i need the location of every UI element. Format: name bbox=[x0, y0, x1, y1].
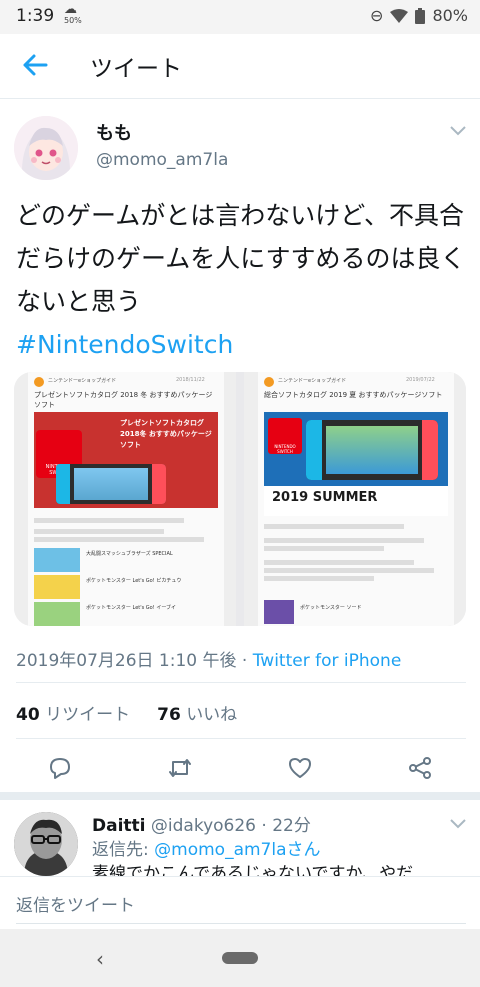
reply-avatar[interactable] bbox=[14, 812, 78, 876]
reply-to-handle[interactable]: @momo_am7laさん bbox=[154, 840, 320, 860]
product-name: ポケットモンスター Let's Go! ピカチュウ bbox=[86, 578, 182, 584]
reply-icon[interactable] bbox=[47, 755, 73, 781]
card-date: 2018/11/22 bbox=[176, 377, 205, 383]
chevron-down-icon[interactable] bbox=[448, 120, 468, 140]
product-name: ポケットモンスター ソード bbox=[300, 605, 362, 611]
card-site-name: ニンテンドーeショップガイド bbox=[278, 378, 347, 384]
reply-author-handle[interactable]: @idakyo626 bbox=[151, 816, 256, 836]
tweet-text: どのゲームがとは言わないけど、不具合だらけのゲームを人にすすめるのは良くないと思… bbox=[16, 194, 466, 366]
card-site-name: ニンテンドーeショップガイド bbox=[48, 378, 117, 384]
avatar[interactable] bbox=[14, 116, 78, 180]
reply-input-placeholder[interactable]: 返信をツイート bbox=[16, 891, 135, 916]
divider bbox=[16, 738, 466, 739]
reply-to-label: 返信先: bbox=[92, 840, 149, 860]
action-bar bbox=[0, 747, 480, 791]
list-item[interactable]: 大乱闘スマッシュブラザーズ SPECIAL bbox=[34, 548, 218, 572]
retweet-stat[interactable]: 40 リツイート bbox=[16, 705, 130, 725]
switch-logo-text: NINTENDO SWITCH bbox=[274, 444, 296, 454]
card-description bbox=[264, 524, 444, 581]
dnd-icon: ⊖ bbox=[370, 6, 384, 25]
chevron-down-icon[interactable] bbox=[448, 813, 468, 833]
catalog-card-left: ニンテンドーeショップガイド 2018/11/22 プレゼントソフトカタログ 2… bbox=[28, 372, 224, 626]
banner-text: プレゼントソフトカタログ 2018冬 おすすめパッケージソフト bbox=[120, 419, 212, 449]
banner-text: 2019 SUMMER bbox=[272, 490, 378, 505]
nav-home-pill[interactable] bbox=[222, 952, 258, 964]
catalog-banner: NINTENDO SWITCH 2019 SUMMER bbox=[264, 412, 448, 516]
product-name: ポケットモンスター Let's Go! イーブイ bbox=[86, 605, 177, 611]
tweet-timestamp: 2019年07月26日 1:10 午後 bbox=[16, 651, 237, 671]
card-title: プレゼントソフトカタログ 2018 冬 おすすめパッケージソフト bbox=[34, 391, 213, 409]
catalog-card-right: ニンテンドーeショップガイド 2019/07/22 総合ソフトカタログ 2019… bbox=[258, 372, 454, 626]
list-item[interactable]: ポケットモンスター Let's Go! ピカチュウ bbox=[34, 575, 218, 599]
meta-separator: · bbox=[236, 651, 253, 671]
like-label: いいね bbox=[186, 705, 238, 725]
page-title: ツイート bbox=[90, 56, 182, 82]
author-name[interactable]: もも bbox=[96, 119, 132, 145]
app-bar: ツイート bbox=[0, 34, 480, 99]
reply-header: Daitti @idakyo626 · 22分 bbox=[92, 816, 311, 836]
tweet-meta: 2019年07月26日 1:10 午後 · Twitter for iPhone bbox=[16, 646, 401, 671]
reply-author-name[interactable]: Daitti bbox=[92, 816, 146, 836]
system-nav-bar: ‹ bbox=[0, 929, 480, 987]
avatar-illustration bbox=[14, 116, 78, 180]
battery-icon bbox=[415, 7, 426, 24]
like-stat[interactable]: 76 いいね bbox=[157, 705, 237, 725]
reply-to: 返信先: @momo_am7laさん bbox=[92, 835, 321, 860]
product-list-left: 大乱闘スマッシュブラザーズ SPECIAL ポケットモンスター Let's Go… bbox=[34, 548, 218, 626]
tweet-stats: 40 リツイート 76 いいね bbox=[16, 700, 237, 725]
back-arrow-icon[interactable] bbox=[20, 50, 50, 80]
status-icons: ⊖ 80% bbox=[370, 6, 468, 25]
wifi-icon bbox=[390, 8, 409, 23]
card-title: 総合ソフトカタログ 2019 夏 おすすめパッケージソフト bbox=[264, 391, 443, 399]
tweet-source-link[interactable]: Twitter for iPhone bbox=[253, 651, 402, 671]
divider bbox=[16, 682, 466, 683]
reply-text: 素線でかこんであるじゃないですか、やだ bbox=[92, 864, 414, 876]
card-date: 2019/07/22 bbox=[406, 377, 435, 383]
eshop-logo-icon bbox=[34, 377, 44, 387]
list-item[interactable]: ポケットモンスター Let's Go! イーブイ bbox=[34, 602, 218, 626]
section-separator bbox=[0, 792, 480, 800]
share-icon[interactable] bbox=[407, 755, 433, 781]
retweet-count: 40 bbox=[16, 705, 40, 725]
card-description bbox=[34, 518, 214, 542]
retweet-label: リツイート bbox=[45, 705, 131, 725]
eshop-logo-icon bbox=[264, 377, 274, 387]
reply-avatar-photo bbox=[14, 812, 78, 876]
like-count: 76 bbox=[157, 705, 181, 725]
reply-composer[interactable]: 返信をツイート bbox=[0, 876, 480, 925]
catalog-banner: NINTENDO SWITCH プレゼントソフトカタログ 2018冬 おすすめパ… bbox=[34, 412, 218, 508]
status-bar: 1:39 ☁ 50% ⊖ 80% bbox=[0, 0, 480, 34]
retweet-icon[interactable] bbox=[167, 755, 193, 781]
status-time: 1:39 bbox=[16, 6, 55, 26]
product-name: 大乱闘スマッシュブラザーズ SPECIAL bbox=[86, 551, 173, 557]
media-image-right[interactable]: ニンテンドーeショップガイド 2019/07/22 総合ソフトカタログ 2019… bbox=[244, 372, 466, 626]
reply-time: 22分 bbox=[272, 816, 311, 836]
data-saver-icon: ☁ 50% bbox=[64, 2, 82, 25]
tweet-media[interactable]: ニンテンドーeショップガイド 2018/11/22 プレゼントソフトカタログ 2… bbox=[14, 372, 466, 626]
tweet-body: どのゲームがとは言わないけど、不具合だらけのゲームを人にすすめるのは良くないと思… bbox=[16, 201, 466, 316]
hashtag-link[interactable]: #NintendoSwitch bbox=[16, 323, 466, 366]
data-badge: 50% bbox=[64, 16, 82, 25]
nav-back-icon[interactable]: ‹ bbox=[96, 947, 104, 971]
media-image-left[interactable]: ニンテンドーeショップガイド 2018/11/22 プレゼントソフトカタログ 2… bbox=[14, 372, 236, 626]
battery-level: 80% bbox=[432, 6, 468, 25]
console-illustration bbox=[56, 464, 166, 504]
banner-footer: 2019 SUMMER bbox=[264, 486, 448, 516]
like-icon[interactable] bbox=[287, 755, 313, 781]
console-illustration bbox=[306, 420, 438, 480]
composer-underline bbox=[16, 923, 466, 924]
list-item[interactable]: ポケットモンスター ソード bbox=[264, 600, 448, 624]
author-handle[interactable]: @momo_am7la bbox=[96, 150, 228, 170]
